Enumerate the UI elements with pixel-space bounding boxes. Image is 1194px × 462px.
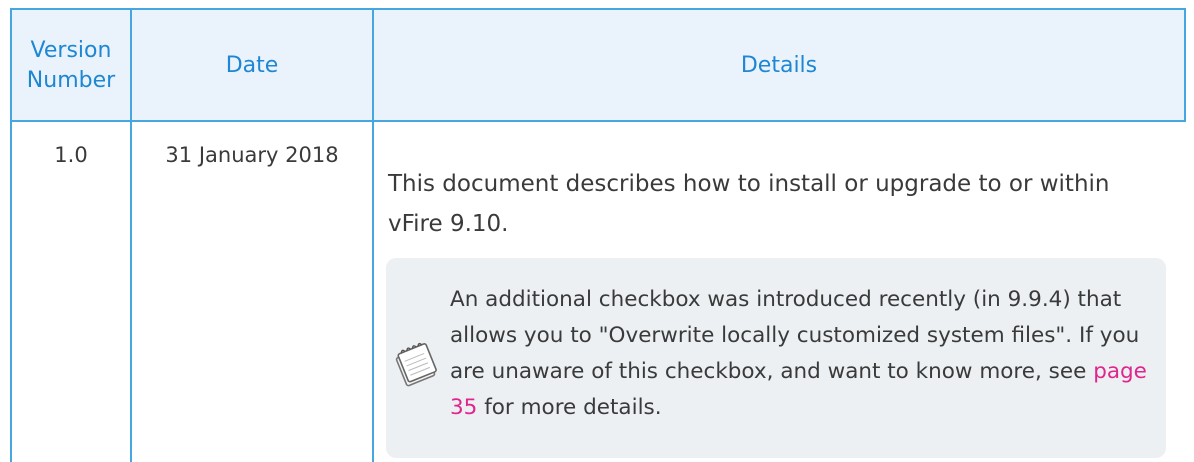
header-details: Details (740, 53, 818, 78)
table-right-border (1184, 8, 1186, 122)
note-text-after-link: for more details. (477, 395, 662, 420)
cell-date: 31 January 2018 (165, 143, 339, 167)
revision-history-table: Version Number Date Details 1.0 31 Janua… (10, 8, 1186, 462)
header-version-line2: Number (26, 68, 116, 93)
cell-details-text: This document describes how to install o… (388, 171, 1110, 237)
header-version-line1: Version (30, 38, 112, 63)
note-callout: An additional checkbox was introduced re… (386, 258, 1166, 458)
notepad-icon (392, 340, 442, 390)
note-text: An additional checkbox was introduced re… (450, 282, 1155, 426)
header-date: Date (225, 53, 279, 78)
cell-version: 1.0 (54, 143, 88, 167)
note-text-before-link: An additional checkbox was introduced re… (450, 287, 1140, 384)
header-version-number: Version Number (12, 10, 130, 122)
